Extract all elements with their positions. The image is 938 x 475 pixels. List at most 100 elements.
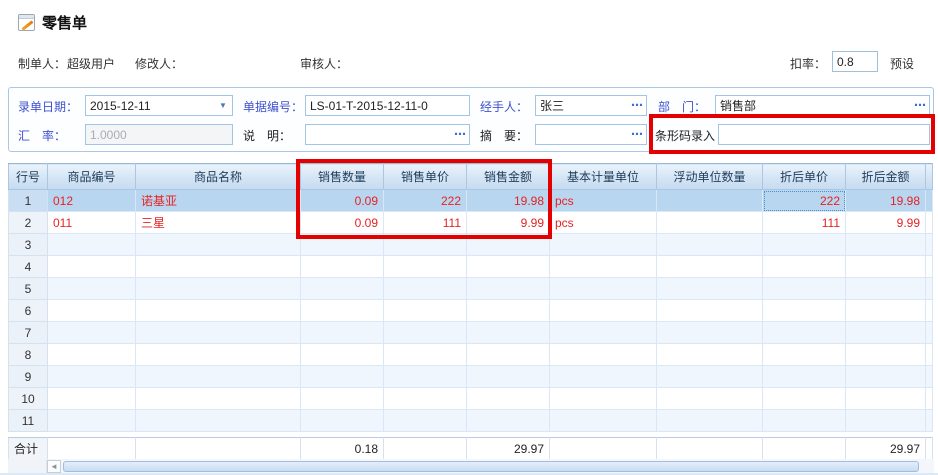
cell-price[interactable] — [384, 366, 467, 388]
description-lookup-icon[interactable]: ⋯ — [454, 127, 467, 141]
cell-disc-amount[interactable] — [846, 322, 926, 344]
cell-amount[interactable] — [467, 388, 550, 410]
row-number-cell[interactable]: 2 — [9, 212, 48, 234]
row-number-cell[interactable]: 4 — [9, 256, 48, 278]
horizontal-scrollbar[interactable]: ◄ — [8, 459, 934, 473]
cell-name[interactable] — [136, 410, 301, 432]
cell-float-qty[interactable] — [657, 388, 763, 410]
cell-disc-price[interactable] — [763, 344, 846, 366]
cell-price[interactable] — [384, 410, 467, 432]
cell-unit[interactable]: pcs — [550, 212, 657, 234]
table-row[interactable]: 3 — [9, 234, 933, 256]
handler-lookup-icon[interactable]: ⋯ — [631, 98, 644, 112]
cell-float-qty[interactable] — [657, 366, 763, 388]
cell-name[interactable] — [136, 278, 301, 300]
cell-disc-amount[interactable]: 9.99 — [846, 212, 926, 234]
cell-name[interactable]: 诺基亚 — [136, 190, 301, 212]
cell-amount[interactable] — [467, 410, 550, 432]
cell-price[interactable]: 222 — [384, 190, 467, 212]
cell-disc-amount[interactable] — [846, 256, 926, 278]
cell-disc-amount[interactable] — [846, 234, 926, 256]
cell-disc-amount[interactable]: 19.98 — [846, 190, 926, 212]
col-header-base-unit[interactable]: 基本计量单位 — [550, 164, 657, 190]
cell-float-qty[interactable] — [657, 212, 763, 234]
table-row[interactable]: 1012诺基亚0.0922219.98pcs22219.98 — [9, 190, 933, 212]
cell-price[interactable] — [384, 234, 467, 256]
table-row[interactable]: 11 — [9, 410, 933, 432]
cell-disc-price[interactable]: 222 — [763, 190, 846, 212]
row-number-cell[interactable]: 1 — [9, 190, 48, 212]
col-header-float-unit-qty[interactable]: 浮动单位数量 — [657, 164, 763, 190]
scrollbar-thumb[interactable] — [63, 461, 919, 472]
cell-unit[interactable] — [550, 256, 657, 278]
department-lookup-icon[interactable]: ⋯ — [914, 98, 927, 112]
cell-unit[interactable] — [550, 300, 657, 322]
cell-disc-amount[interactable] — [846, 388, 926, 410]
col-header-product-code[interactable]: 商品编号 — [48, 164, 136, 190]
col-header-sale-amount[interactable]: 销售金额 — [467, 164, 550, 190]
cell-float-qty[interactable] — [657, 300, 763, 322]
cell-name[interactable] — [136, 300, 301, 322]
col-header-row-no[interactable]: 行号 — [9, 164, 48, 190]
cell-unit[interactable] — [550, 234, 657, 256]
cell-name[interactable] — [136, 322, 301, 344]
cell-price[interactable] — [384, 388, 467, 410]
cell-qty[interactable] — [301, 410, 384, 432]
cell-float-qty[interactable] — [657, 256, 763, 278]
table-row[interactable]: 5 — [9, 278, 933, 300]
col-header-discounted-price[interactable]: 折后单价 — [763, 164, 846, 190]
cell-price[interactable] — [384, 322, 467, 344]
cell-name[interactable] — [136, 388, 301, 410]
cell-disc-price[interactable] — [763, 388, 846, 410]
table-row[interactable]: 10 — [9, 388, 933, 410]
discount-rate-input[interactable] — [832, 51, 878, 72]
cell-float-qty[interactable] — [657, 190, 763, 212]
table-row[interactable]: 4 — [9, 256, 933, 278]
row-number-cell[interactable]: 7 — [9, 322, 48, 344]
cell-code[interactable]: 011 — [48, 212, 136, 234]
cell-amount[interactable] — [467, 234, 550, 256]
cell-disc-price[interactable] — [763, 322, 846, 344]
entry-date-input[interactable] — [85, 95, 233, 116]
row-number-cell[interactable]: 9 — [9, 366, 48, 388]
cell-qty[interactable] — [301, 366, 384, 388]
cell-unit[interactable]: pcs — [550, 190, 657, 212]
summary-lookup-icon[interactable]: ⋯ — [631, 127, 644, 141]
table-row[interactable]: 9 — [9, 366, 933, 388]
table-row[interactable]: 6 — [9, 300, 933, 322]
cell-disc-amount[interactable] — [846, 344, 926, 366]
cell-disc-amount[interactable] — [846, 410, 926, 432]
cell-float-qty[interactable] — [657, 278, 763, 300]
cell-disc-price[interactable] — [763, 256, 846, 278]
cell-unit[interactable] — [550, 344, 657, 366]
cell-unit[interactable] — [550, 366, 657, 388]
preset-label[interactable]: 预设 — [890, 55, 914, 72]
cell-unit[interactable] — [550, 278, 657, 300]
col-header-sale-price[interactable]: 销售单价 — [384, 164, 467, 190]
cell-code[interactable] — [48, 366, 136, 388]
cell-price[interactable]: 111 — [384, 212, 467, 234]
cell-float-qty[interactable] — [657, 322, 763, 344]
cell-amount[interactable] — [467, 300, 550, 322]
row-number-cell[interactable]: 5 — [9, 278, 48, 300]
cell-amount[interactable]: 9.99 — [467, 212, 550, 234]
cell-code[interactable] — [48, 388, 136, 410]
cell-code[interactable] — [48, 322, 136, 344]
cell-disc-amount[interactable] — [846, 300, 926, 322]
col-header-product-name[interactable]: 商品名称 — [136, 164, 301, 190]
cell-unit[interactable] — [550, 322, 657, 344]
cell-disc-amount[interactable] — [846, 366, 926, 388]
cell-name[interactable]: 三星 — [136, 212, 301, 234]
cell-code[interactable] — [48, 300, 136, 322]
table-row[interactable]: 7 — [9, 322, 933, 344]
cell-qty[interactable]: 0.09 — [301, 190, 384, 212]
cell-qty[interactable] — [301, 278, 384, 300]
cell-amount[interactable] — [467, 322, 550, 344]
cell-unit[interactable] — [550, 388, 657, 410]
cell-qty[interactable] — [301, 234, 384, 256]
cell-disc-price[interactable] — [763, 278, 846, 300]
cell-amount[interactable] — [467, 278, 550, 300]
cell-name[interactable] — [136, 344, 301, 366]
cell-qty[interactable]: 0.09 — [301, 212, 384, 234]
cell-amount[interactable] — [467, 256, 550, 278]
